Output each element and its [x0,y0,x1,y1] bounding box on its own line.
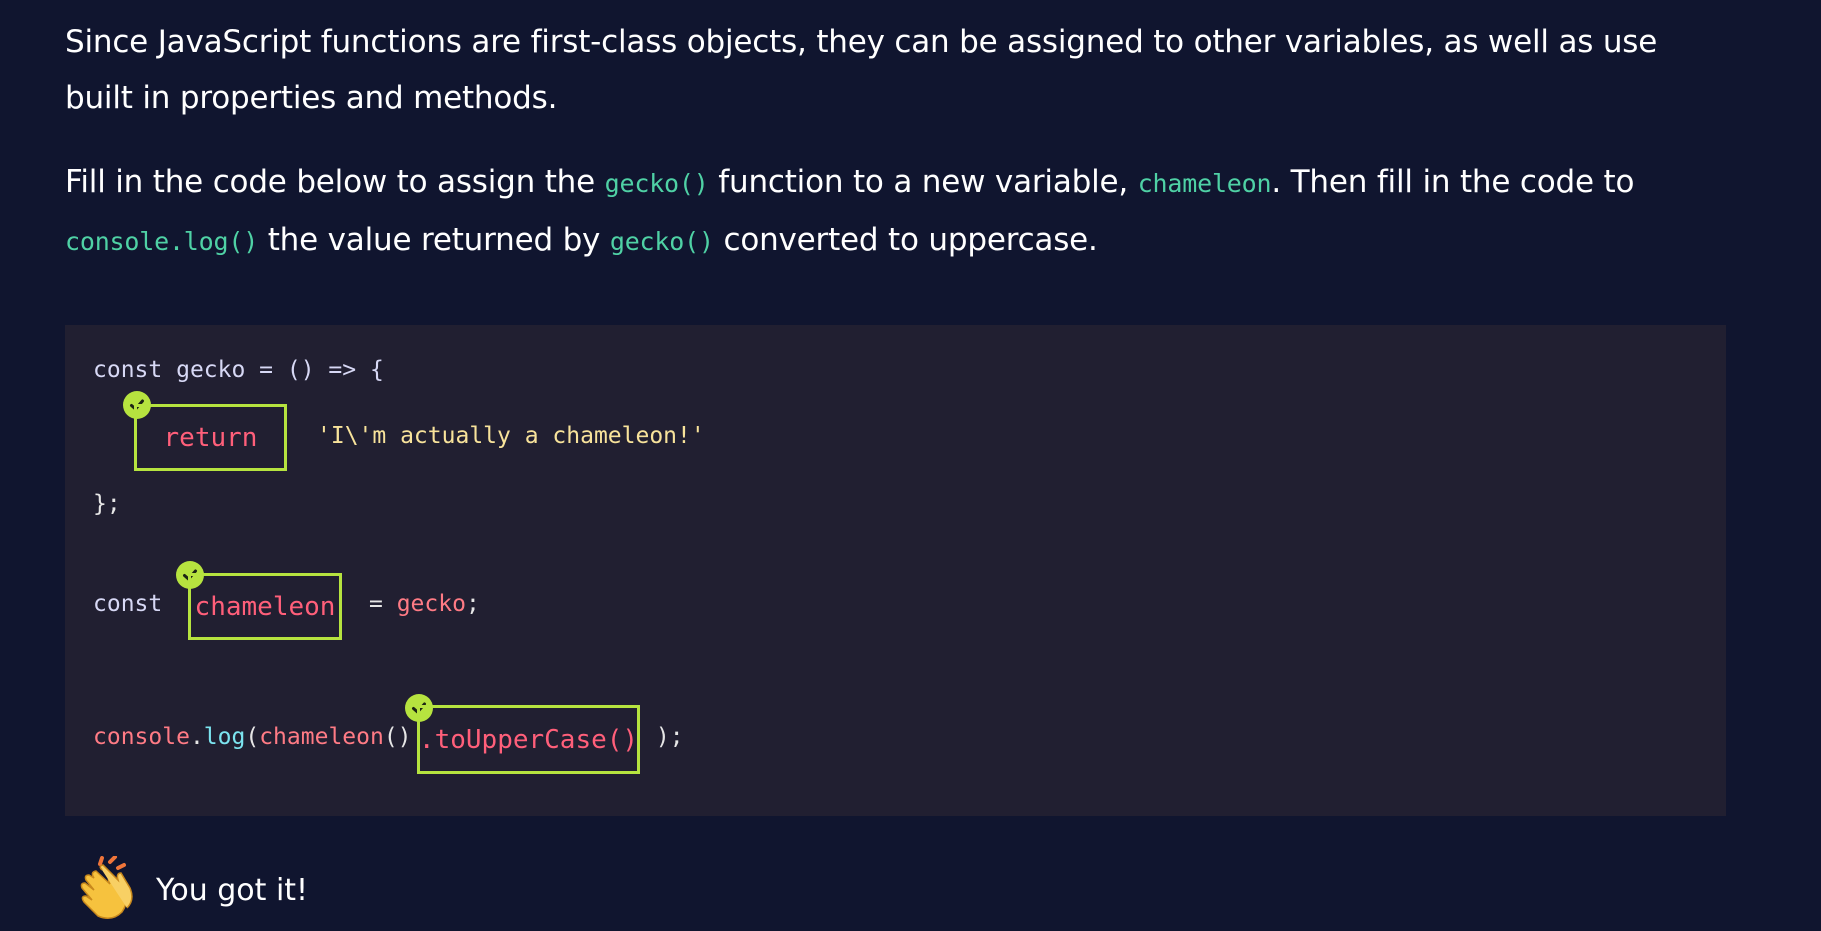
code-text: }; [93,491,121,517]
instruction-text: . Then fill in the code to [1271,164,1635,200]
blank-return[interactable]: return [134,404,287,471]
code-text: ( [245,724,260,750]
code-text: ); [642,724,684,750]
code-text: () [383,724,412,750]
string-literal: 'I\'m actually a chameleon!' [317,423,705,449]
code-text: gecko = () => { [162,357,384,383]
code-console: console [93,724,190,750]
code-editor: const gecko = () => { return 'I\'m actua… [65,325,1726,816]
feedback-message: You got it! [156,872,309,908]
keyword-const: const [93,357,163,383]
instruction-text: the value returned by [258,222,610,258]
code-line-4-rest: = gecko; [369,589,480,619]
instruction-text: function to a new variable, [708,164,1138,200]
code-log: log [203,724,246,750]
code-line-4-const: const [93,589,162,619]
success-feedback: You got it! [72,855,308,925]
code-line-1: const gecko = () => { [93,355,384,385]
blank-chameleon[interactable]: chameleon [188,573,342,640]
code-text: ; [465,591,480,617]
code-line-5-end: ); [642,722,684,752]
keyword-const: const [93,591,163,617]
inline-code-console-log: console.log() [65,227,259,256]
code-text: . [189,724,204,750]
blank-to-upper-case[interactable]: .toUpperCase() [417,705,640,774]
clapping-hands-icon [72,855,140,924]
instruction-text: Fill in the code below to assign the [65,164,605,200]
instruction-text: converted to uppercase. [713,222,1098,258]
instruction-paragraph-1: Since JavaScript functions are first-cla… [65,24,1658,116]
code-line-5: console.log(chameleon() [93,722,412,752]
code-gecko: gecko [396,591,466,617]
code-text: = [369,591,397,617]
instruction-paragraph-2: Fill in the code below to assign the gec… [65,154,1725,270]
inline-code-chameleon: chameleon [1137,169,1272,198]
code-line-2-string: 'I\'m actually a chameleon!' [317,421,705,451]
code-chameleon: chameleon [259,724,384,750]
inline-code-gecko: gecko() [604,169,709,198]
code-line-3: }; [93,489,121,519]
inline-code-gecko: gecko() [609,227,714,256]
